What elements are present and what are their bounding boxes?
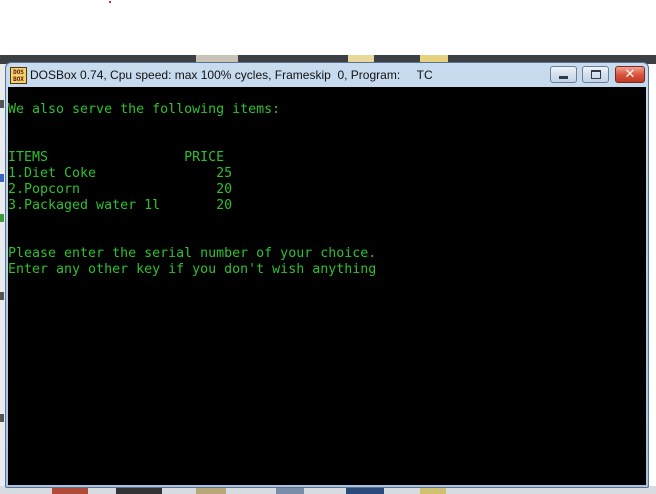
minimize-icon [559,75,568,79]
window-title: DOSBox 0.74, Cpu speed: max 100% cycles,… [30,68,433,82]
maximize-button[interactable] [582,66,609,83]
console-intro-line: We also serve the following items: [8,102,281,117]
dosbox-window: DOS BOX DOSBox 0.74, Cpu speed: max 100%… [5,62,649,488]
maximize-icon [590,70,601,79]
title-bar[interactable]: DOS BOX DOSBox 0.74, Cpu speed: max 100%… [6,63,648,87]
dosbox-app-icon[interactable]: DOS BOX [10,67,27,84]
console-prompt-line: Please enter the serial number of your c… [8,246,377,261]
minimize-button[interactable] [550,66,577,83]
console-table-header: ITEMS PRICE [8,150,225,165]
close-button[interactable]: ✕ [615,66,645,83]
desktop-dot [109,1,111,3]
console-prompt-line: Enter any other key if you don't wish an… [8,262,377,277]
close-icon: ✕ [624,67,636,82]
console-item-line: 2.Popcorn 20 [8,182,233,197]
console-item-line: 1.Diet Coke 25 [8,166,233,181]
console-item-line: 3.Packaged water 1l 20 [8,198,233,213]
dos-console-screen[interactable]: We also serve the following items: ITEMS… [8,87,646,485]
